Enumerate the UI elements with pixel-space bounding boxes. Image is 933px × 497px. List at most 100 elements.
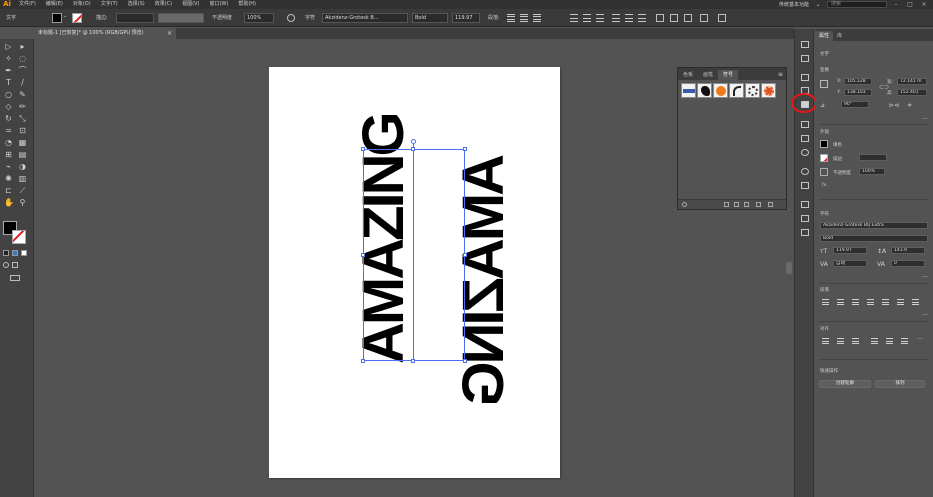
none-mode-icon[interactable] [21,250,27,256]
scale-tool-icon[interactable]: ⤡ [18,114,27,123]
shaper-tool-icon[interactable]: ◇ [4,102,13,111]
resize-handle-ml[interactable] [361,253,365,257]
lasso-icon[interactable]: ◌ [18,54,27,63]
more-options-icon[interactable]: … [922,114,928,121]
eyedropper-icon[interactable]: ⌁ [4,162,13,171]
align-left-edges-icon[interactable] [822,338,829,344]
para-justify-left-icon[interactable] [867,299,874,305]
align-vcenter-icon[interactable] [625,14,633,22]
ellipse-tool-icon[interactable]: ○ [4,90,13,99]
symbol-libraries-icon[interactable] [682,202,687,207]
close-icon[interactable]: × [167,28,172,39]
resize-handle-tr[interactable] [463,147,467,151]
panel-menu-icon[interactable] [718,14,726,22]
transform-icon[interactable] [656,14,664,22]
arrange-button[interactable]: 排列 [875,380,925,388]
fill-swatch[interactable] [52,13,62,23]
more-options-icon[interactable]: … [922,272,928,279]
slice-tool-icon[interactable]: ⟋ [18,186,27,195]
shape-builder-icon[interactable]: ◔ [4,138,13,147]
new-symbol-icon[interactable] [756,202,761,207]
tab-libraries[interactable]: 库 [833,31,846,41]
maximize-icon[interactable]: □ [905,1,915,8]
tab-symbols[interactable]: 符号 [718,70,739,80]
swatches-panel-icon[interactable] [801,74,809,81]
appearance-stroke-swatch[interactable] [820,154,828,162]
place-symbol-icon[interactable] [724,202,729,207]
line-tool-icon[interactable]: / [18,78,27,87]
menu-view[interactable]: 视图(V) [177,0,204,9]
character-label[interactable]: 字符 [305,14,315,21]
opacity-field[interactable]: 100% [244,13,274,23]
paintbrush-icon[interactable]: ✎ [18,90,27,99]
align-top-icon[interactable] [871,338,878,344]
font-size-field[interactable]: 119.97 [833,247,867,254]
vertical-scrollbar[interactable] [786,262,792,274]
align-hcenter-icon[interactable] [837,338,844,344]
type-tool-icon[interactable]: T [4,78,13,87]
gradient-mode-icon[interactable] [12,250,18,256]
select-similar-icon[interactable] [684,14,692,22]
reference-point-icon[interactable] [820,80,828,88]
symbol-red-flower[interactable] [761,83,776,98]
break-link-icon[interactable] [734,202,739,207]
rotate-field[interactable]: 90° [841,101,869,108]
menu-edit[interactable]: 编辑(E) [41,0,68,9]
color-mode-icon[interactable] [3,250,9,256]
graphic-styles-icon[interactable] [801,182,809,189]
hand-tool-icon[interactable]: ✋ [4,198,14,207]
tab-properties[interactable]: 属性 [815,31,834,41]
leading-field[interactable]: 143.9 [891,247,925,254]
stroke-panel-icon[interactable] [801,121,809,128]
panel-menu-icon[interactable]: ≡ [778,70,786,80]
menu-select[interactable]: 选择(S) [123,0,150,9]
stroke-weight-field[interactable] [859,154,887,161]
symbol-splat[interactable] [697,83,712,98]
menu-file[interactable]: 文件(F) [14,0,41,9]
zoom-tool-icon[interactable]: ⚲ [18,198,27,207]
arrange-icon[interactable] [700,14,708,22]
font-style-field[interactable]: Bold [820,235,928,242]
width-field[interactable]: 72.141 m [897,78,927,85]
font-size-field[interactable]: 119.97 [452,13,480,23]
appearance-fill-swatch[interactable] [820,140,828,148]
resize-handle-tc[interactable] [411,147,415,151]
align-top-icon[interactable] [612,14,620,22]
search-input[interactable]: 搜索 [827,1,887,8]
resize-handle-mr[interactable] [463,253,467,257]
gradient-tool-icon[interactable]: ▤ [18,150,27,159]
draw-mode-icon[interactable] [3,262,9,268]
curvature-tool-icon[interactable]: ⌒ [18,66,27,75]
para-justify-center-icon[interactable] [882,299,889,305]
color-guide-icon[interactable] [801,55,809,62]
rotate-tool-icon[interactable]: ↻ [4,114,13,123]
chevron-down-icon[interactable]: ⌄ [63,13,67,19]
fx-button[interactable]: fx. [822,183,828,188]
para-justify-right-icon[interactable] [897,299,904,305]
y-field[interactable]: 138.103 [844,89,872,96]
link-icon[interactable]: ⊂⊃ [879,84,889,91]
height-field[interactable]: 152.401 [897,89,927,96]
font-family-dropdown[interactable]: Akzidenz-Grotesk B... [322,13,408,23]
appearance-panel-icon[interactable] [801,168,809,175]
chevron-down-icon[interactable]: ⌄ [813,1,823,8]
pen-tool-icon[interactable]: ✒ [4,66,13,75]
align-bottom-icon[interactable] [638,14,646,22]
symbol-gear[interactable] [745,83,760,98]
free-transform-icon[interactable]: ⊡ [18,126,27,135]
artboard-tool-icon[interactable]: ⊏ [4,186,13,195]
symbol-orange-ball[interactable] [713,83,728,98]
isolate-icon[interactable] [670,14,678,22]
artboards-panel-icon[interactable] [801,215,809,222]
align-bottom-icon[interactable] [901,338,908,344]
align-left-edges-icon[interactable] [570,14,578,22]
para-align-left-icon[interactable] [822,299,829,305]
symbol-blue-banner[interactable] [681,83,696,98]
asset-export-icon[interactable] [801,229,809,236]
mesh-tool-icon[interactable]: ⊞ [4,150,13,159]
variable-width-profile[interactable] [158,13,204,23]
stroke-color-icon[interactable] [12,230,26,244]
para-justify-all-icon[interactable] [912,299,919,305]
stroke-swatch[interactable] [72,13,82,23]
magic-wand-icon[interactable]: ✧ [4,54,13,63]
